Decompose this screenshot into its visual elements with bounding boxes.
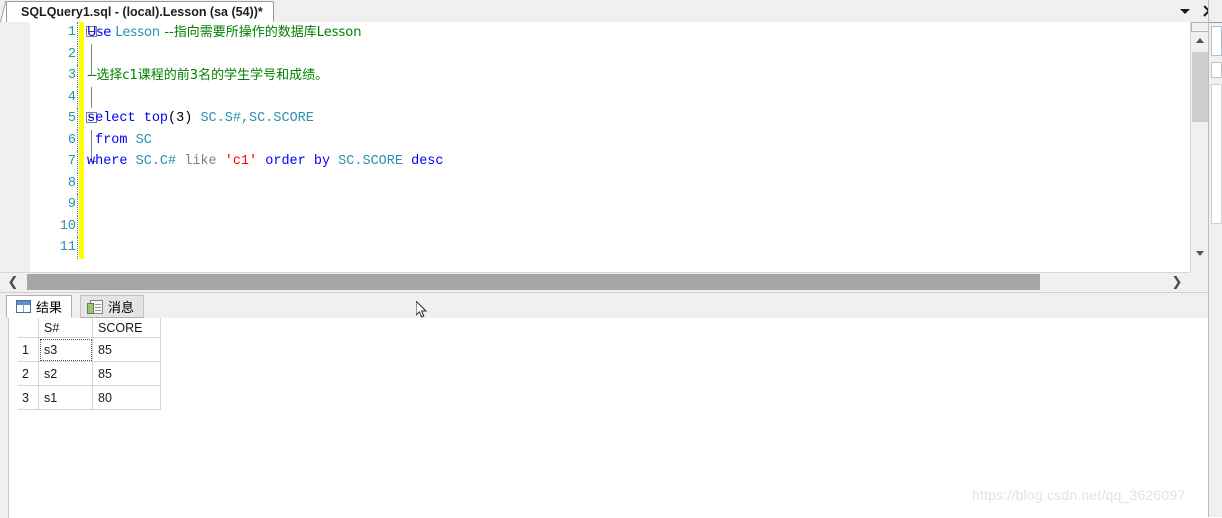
- right-panel-item-1[interactable]: [1211, 26, 1222, 56]
- right-panel-item-3[interactable]: [1211, 84, 1222, 224]
- code-line[interactable]: 7 where SC.C# like 'c1' order by SC.SCORE…: [30, 151, 1208, 173]
- change-bar: [79, 129, 84, 151]
- table-row[interactable]: 3 s1 80: [18, 385, 161, 410]
- cell-student-id[interactable]: s2: [38, 361, 93, 386]
- results-pane: 结果 消息 S# SCORE 1 s3 85 2 s2 85 3 s1 80: [0, 292, 1208, 518]
- grid-left-separator: [8, 318, 9, 518]
- line-number: 5: [67, 111, 76, 126]
- row-number-cell[interactable]: 3: [18, 385, 39, 410]
- code-text: --选择c1课程的前3名的学生学号和成绩。: [87, 68, 329, 83]
- code-line[interactable]: 4: [30, 86, 1208, 108]
- cell-score[interactable]: 85: [92, 337, 161, 362]
- chevron-down-icon[interactable]: [1180, 8, 1190, 14]
- table-row[interactable]: 1 s3 85: [18, 337, 161, 362]
- tab-messages[interactable]: 消息: [80, 295, 145, 318]
- code-text: from SC: [95, 132, 152, 148]
- change-bar: [79, 151, 84, 173]
- messages-doc-icon: [87, 299, 103, 314]
- cell-score[interactable]: 80: [92, 385, 161, 410]
- change-bar: [79, 172, 84, 194]
- column-header[interactable]: S#: [38, 318, 93, 338]
- code-text: Use Lesson --指向需要所操作的数据库Lesson: [87, 25, 362, 40]
- grid-header-row: S# SCORE: [18, 318, 161, 338]
- scroll-up-icon[interactable]: [1191, 32, 1209, 49]
- scrollbar-corner: [1190, 272, 1208, 290]
- line-number: 10: [59, 218, 76, 234]
- code-line[interactable]: 10: [30, 215, 1208, 237]
- change-bar: [79, 86, 84, 108]
- cell-score[interactable]: 85: [92, 361, 161, 386]
- editor-indicator-margin[interactable]: [8, 22, 31, 272]
- code-line[interactable]: 8: [30, 172, 1208, 194]
- change-bar: [79, 108, 84, 130]
- horizontal-scroll-thumb[interactable]: [27, 274, 1040, 290]
- sql-editor[interactable]: 1 Use Lesson --指向需要所操作的数据库Lesson 2 3 --选择c1课…: [0, 22, 1208, 272]
- document-tabstrip: SQLQuery1.sql - (local).Lesson (sa (54))…: [0, 0, 1222, 23]
- change-bar: [79, 43, 84, 65]
- tab-results[interactable]: 结果: [6, 295, 73, 318]
- right-panel-item-2[interactable]: [1211, 62, 1222, 78]
- line-number: 8: [67, 175, 76, 191]
- change-bar: [79, 215, 84, 237]
- tab-title-label: SQLQuery1.sql - (local).Lesson (sa (54))…: [21, 5, 263, 19]
- editor-code-area[interactable]: 1 Use Lesson --指向需要所操作的数据库Lesson 2 3 --选择c1课…: [30, 22, 1208, 272]
- tab-sqlquery1[interactable]: SQLQuery1.sql - (local).Lesson (sa (54))…: [6, 1, 274, 22]
- row-number-cell[interactable]: 2: [18, 361, 39, 386]
- scroll-right-icon[interactable]: ❯: [1164, 273, 1190, 291]
- scrollbar-top-box: [1191, 22, 1209, 32]
- code-line[interactable]: 3 --选择c1课程的前3名的学生学号和成绩。: [30, 65, 1208, 87]
- line-number: 4: [67, 89, 76, 105]
- code-text: where SC.C# like 'c1' order by SC.SCORE …: [87, 154, 444, 169]
- right-panel-header: [1209, 0, 1222, 23]
- ssms-query-window: SQLQuery1.sql - (local).Lesson (sa (54))…: [0, 0, 1222, 518]
- column-header[interactable]: SCORE: [92, 318, 161, 338]
- code-line[interactable]: 5 select top(3) SC.S#,SC.SCORE: [30, 108, 1208, 130]
- code-line[interactable]: 9: [30, 194, 1208, 216]
- change-bar: [79, 237, 84, 259]
- watermark-text: https://blog.csdn.net/qq_3626097: [972, 487, 1186, 503]
- line-number: 3: [67, 68, 76, 83]
- results-tabstrip: 结果 消息: [0, 293, 1208, 319]
- code-line[interactable]: 2: [30, 43, 1208, 65]
- code-line[interactable]: 1 Use Lesson --指向需要所操作的数据库Lesson: [30, 22, 1208, 44]
- code-line[interactable]: 6 from SC: [30, 129, 1208, 151]
- scroll-left-icon[interactable]: ❮: [0, 273, 26, 291]
- row-number-cell[interactable]: 1: [18, 337, 39, 362]
- line-number: 6: [67, 132, 76, 148]
- code-text: select top(3) SC.S#,SC.SCORE: [87, 111, 314, 126]
- fold-guide-line: [91, 43, 92, 65]
- editor-horizontal-scrollbar[interactable]: ❮ ❯: [0, 272, 1190, 291]
- vertical-scroll-thumb[interactable]: [1192, 52, 1208, 122]
- code-line[interactable]: 11: [30, 237, 1208, 259]
- tab-messages-label: 消息: [108, 301, 135, 316]
- change-bar: [79, 22, 84, 44]
- cell-student-id[interactable]: s3: [38, 337, 93, 362]
- editor-vertical-scrollbar[interactable]: [1190, 22, 1209, 272]
- line-number: 2: [67, 46, 76, 62]
- tab-results-label: 结果: [36, 301, 63, 316]
- line-number: 9: [67, 197, 76, 212]
- grid-corner-header: [18, 318, 39, 338]
- fold-guide-line: [91, 86, 92, 108]
- line-number: 1: [67, 25, 76, 40]
- change-bar: [79, 65, 84, 87]
- results-grid-icon: [16, 300, 31, 313]
- results-grid[interactable]: S# SCORE 1 s3 85 2 s2 85 3 s1 80: [18, 318, 161, 410]
- table-row[interactable]: 2 s2 85: [18, 361, 161, 386]
- line-number: 11: [59, 240, 76, 255]
- right-docked-panel[interactable]: [1208, 0, 1222, 517]
- cell-student-id[interactable]: s1: [38, 385, 93, 410]
- change-bar: [79, 194, 84, 216]
- line-number: 7: [67, 154, 76, 169]
- scroll-down-icon[interactable]: [1191, 245, 1209, 262]
